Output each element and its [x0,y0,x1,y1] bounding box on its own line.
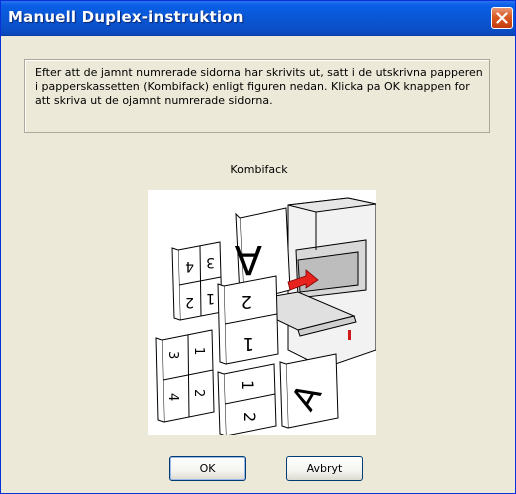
svg-text:1: 1 [238,380,257,390]
svg-text:4: 4 [185,258,194,274]
title-bar[interactable]: Manuell Duplex-instruktion [1,1,515,36]
svg-text:A: A [234,236,262,282]
svg-text:1: 1 [191,347,206,355]
svg-text:1: 1 [206,290,215,306]
svg-text:2: 2 [191,389,206,397]
instruction-text: Efter att de jamnt numrerade sidorna har… [35,66,483,107]
svg-text:4: 4 [165,393,180,401]
message-panel: Efter att de jamnt numrerade sidorna har… [24,59,490,133]
close-button[interactable] [491,7,513,29]
svg-text:3: 3 [165,351,180,359]
svg-text:3: 3 [206,254,215,270]
svg-text:1: 1 [243,333,254,354]
close-icon [496,12,508,24]
ok-button[interactable]: OK [169,456,246,481]
svg-text:2: 2 [240,412,259,422]
svg-text:2: 2 [185,294,194,310]
dialog-body: Efter att de jamnt numrerade sidorna har… [4,36,512,490]
duplex-illustration: A 4 3 2 1 2 1 3 1 4 2 1 2 A [148,190,377,437]
dialog-window: Manuell Duplex-instruktion Efter att de … [0,0,516,494]
window-title: Manuell Duplex-instruktion [8,8,244,26]
svg-text:2: 2 [241,291,252,312]
cancel-button[interactable]: Avbryt [286,456,363,481]
tray-label: Kombifack [230,163,288,176]
printer-paper-diagram-icon: A 4 3 2 1 2 1 3 1 4 2 1 2 A [155,197,377,437]
